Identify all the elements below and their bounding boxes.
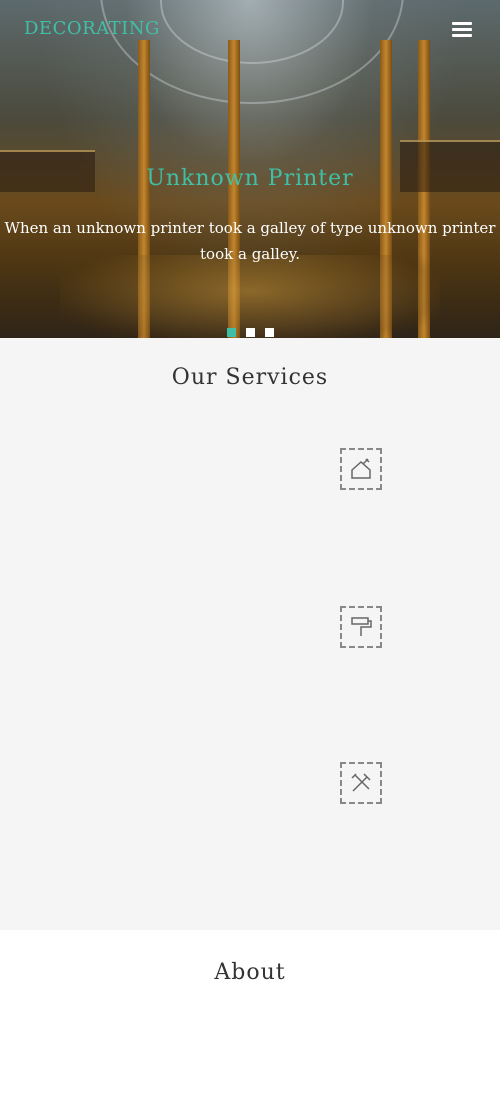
hamburger-menu-icon[interactable] [452,22,472,38]
slider-dots [0,322,500,338]
hero-text: When an unknown printer took a galley of… [4,219,496,263]
about-title: About [214,960,286,985]
paint-roller-icon [340,606,382,648]
slider-dot[interactable] [226,328,236,337]
slider-dot[interactable] [245,328,255,337]
wrench-house-icon [340,448,382,490]
screwdriver-wrench-icon [340,762,382,804]
about-section: About [0,930,500,1100]
services-title: Our Services [171,365,329,390]
slider-dot[interactable] [264,328,274,337]
hero-banner: DECORATING Unknown Printer When an unkno… [0,0,500,338]
hero-title: Unknown Printer [146,166,354,191]
site-logo[interactable]: DECORATING [24,18,160,39]
